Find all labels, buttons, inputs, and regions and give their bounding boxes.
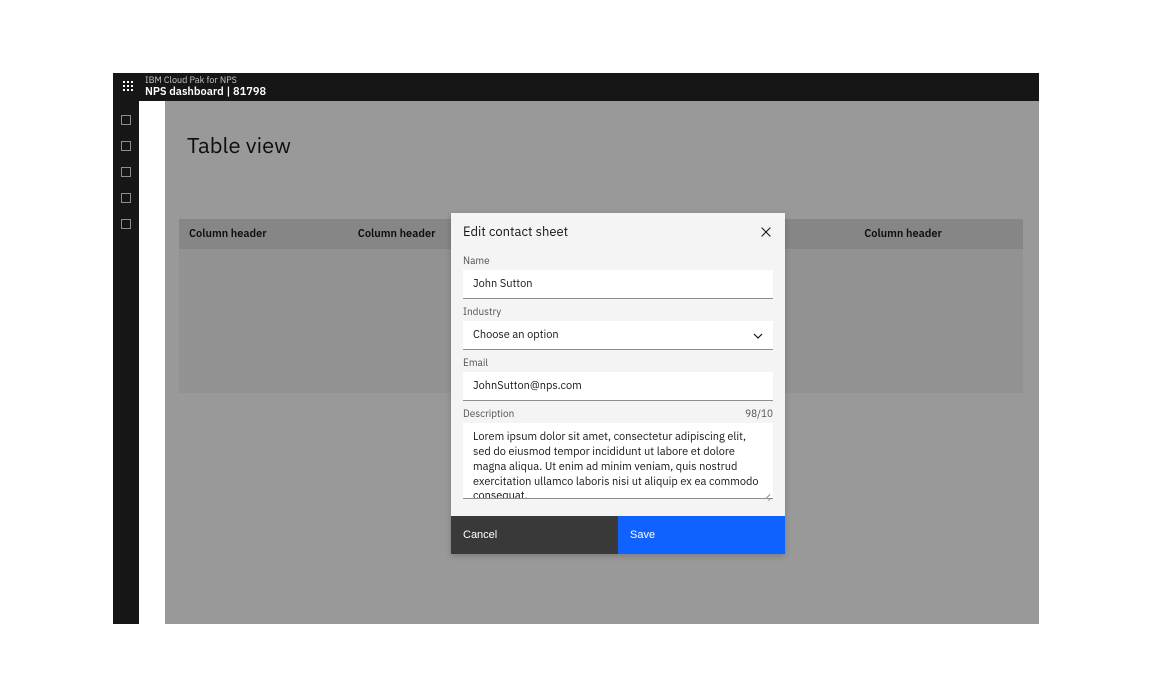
cancel-button[interactable]: Cancel xyxy=(451,516,618,554)
description-counter: 98/10 xyxy=(745,407,773,420)
edit-contact-modal: Edit contact sheet Name Industry xyxy=(451,213,785,554)
description-textarea[interactable] xyxy=(463,423,773,499)
header-titles: IBM Cloud Pak for NPS NPS dashboard | 81… xyxy=(145,76,266,98)
description-label: Description xyxy=(463,407,514,420)
breadcrumb: NPS dashboard | 81798 xyxy=(145,86,266,98)
close-icon[interactable] xyxy=(759,225,773,239)
save-button[interactable]: Save xyxy=(618,516,785,554)
nav-item-1-icon[interactable] xyxy=(121,115,131,125)
left-nav xyxy=(113,101,139,624)
app-switcher-icon[interactable] xyxy=(123,81,135,93)
nav-item-3-icon[interactable] xyxy=(121,167,131,177)
nav-item-2-icon[interactable] xyxy=(121,141,131,151)
modal-footer: Cancel Save xyxy=(451,516,785,554)
name-input[interactable] xyxy=(463,270,773,299)
industry-select[interactable] xyxy=(463,321,773,350)
global-header: IBM Cloud Pak for NPS NPS dashboard | 81… xyxy=(113,73,1039,101)
nav-item-5-icon[interactable] xyxy=(121,219,131,229)
name-label: Name xyxy=(463,254,773,267)
main-canvas: Table view Column header Column header C… xyxy=(139,101,1039,624)
modal-title: Edit contact sheet xyxy=(463,223,568,240)
nav-item-4-icon[interactable] xyxy=(121,193,131,203)
email-label: Email xyxy=(463,356,773,369)
email-input[interactable] xyxy=(463,372,773,401)
industry-label: Industry xyxy=(463,305,773,318)
app-window: IBM Cloud Pak for NPS NPS dashboard | 81… xyxy=(113,73,1039,624)
